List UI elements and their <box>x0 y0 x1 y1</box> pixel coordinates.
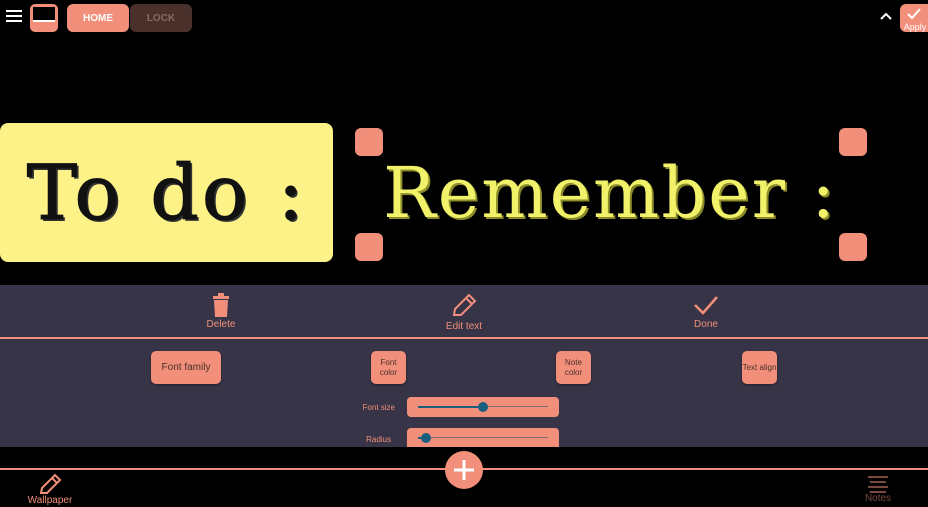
hamburger-menu-icon[interactable] <box>6 10 22 24</box>
radius-slider-thumb[interactable] <box>420 433 431 443</box>
delete-label: Delete <box>206 319 236 330</box>
top-bar: HOME LOCK Apply <box>0 0 928 36</box>
note-todo-text: To do : <box>26 148 307 238</box>
radius-slider[interactable] <box>407 428 559 447</box>
nav-notes[interactable]: Notes <box>843 473 913 504</box>
note-editor-panel: Delete Edit text Done Font family Font c… <box>0 285 928 447</box>
apply-label: Apply <box>903 22 927 32</box>
tab-lock[interactable]: LOCK <box>130 4 192 32</box>
nav-notes-label: Notes <box>864 493 892 504</box>
pencil-icon <box>452 293 477 316</box>
check-icon <box>694 296 718 315</box>
font-size-slider[interactable] <box>407 397 559 417</box>
font-color-button[interactable]: Font color <box>371 351 406 384</box>
apply-button[interactable]: Apply <box>900 4 928 32</box>
nav-wallpaper-label: Wallpaper <box>27 495 73 506</box>
trash-icon <box>213 293 229 317</box>
tab-home[interactable]: HOME <box>67 4 129 32</box>
add-note-button[interactable] <box>445 451 483 489</box>
done-label: Done <box>694 319 718 330</box>
check-icon <box>907 8 921 20</box>
edit-text-button[interactable]: Edit text <box>419 293 509 332</box>
note-remember-text: Remember : <box>383 152 837 234</box>
pencil-icon <box>39 473 62 494</box>
radius-label: Radius <box>366 435 391 444</box>
wallpaper-preview-thumbnail[interactable] <box>30 4 58 32</box>
delete-button[interactable]: Delete <box>176 293 266 330</box>
font-family-button[interactable]: Font family <box>151 351 221 384</box>
text-align-button[interactable]: Text align <box>742 351 777 384</box>
done-button[interactable]: Done <box>661 293 751 330</box>
notes-icon <box>868 476 888 493</box>
panel-divider <box>0 337 928 339</box>
note-todo[interactable]: To do : <box>0 123 333 262</box>
note-remember[interactable]: Remember : <box>368 140 852 246</box>
edit-text-label: Edit text <box>445 321 483 332</box>
plus-icon <box>454 460 474 480</box>
note-color-button[interactable]: Note color <box>556 351 591 384</box>
font-size-label: Font size <box>362 403 395 412</box>
font-size-slider-thumb[interactable] <box>478 402 488 412</box>
chevron-up-icon[interactable] <box>879 11 893 21</box>
nav-wallpaper[interactable]: Wallpaper <box>15 473 85 506</box>
